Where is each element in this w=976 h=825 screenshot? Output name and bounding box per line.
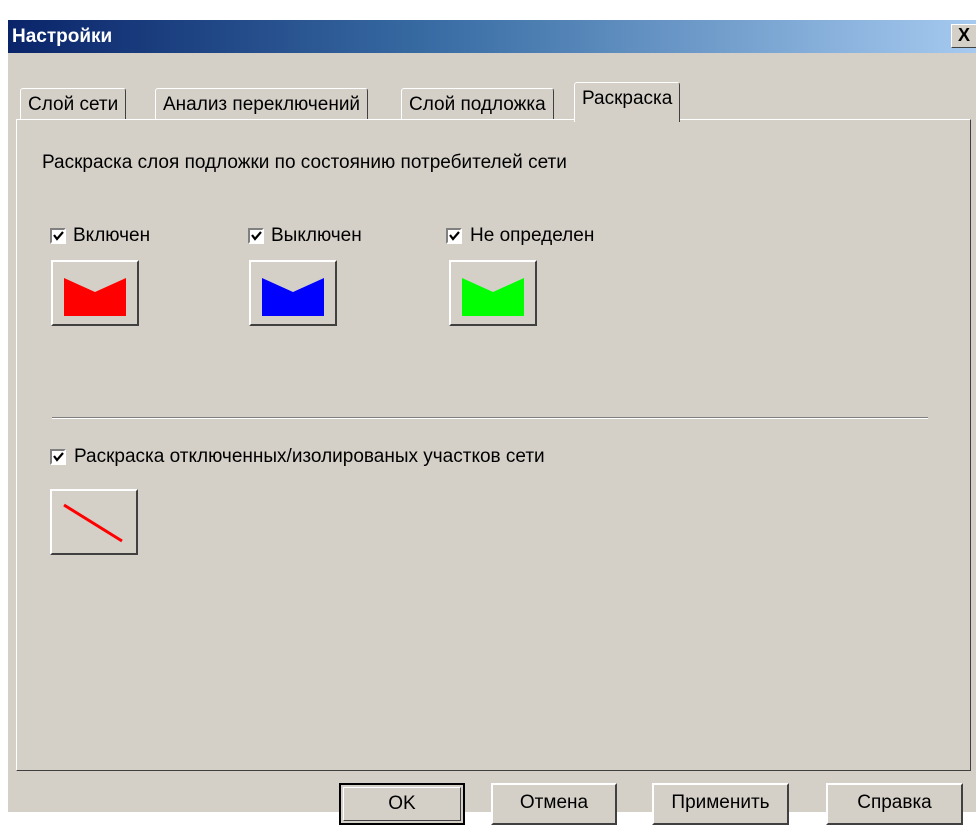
tab-coloring[interactable]: Раскраска xyxy=(574,82,681,122)
apply-label: Применить xyxy=(671,792,770,813)
fill-swatch-icon xyxy=(262,278,324,316)
tab-label: Раскраска xyxy=(582,88,673,109)
fill-swatch-icon xyxy=(462,278,524,316)
tab-label: Слой сети xyxy=(28,94,119,115)
line-color-button[interactable] xyxy=(50,489,138,555)
checkmark-icon xyxy=(251,231,262,241)
checkmark-icon xyxy=(53,452,64,462)
swatch-fill xyxy=(462,278,524,316)
settings-dialog: Настройки X Слой сети Анализ переключени… xyxy=(7,20,976,825)
checkbox-undefined-label: Не определен xyxy=(470,225,595,246)
ok-button[interactable]: OK xyxy=(339,783,465,825)
checkbox-on[interactable] xyxy=(50,228,66,244)
help-button[interactable]: Справка xyxy=(826,783,963,825)
checkbox-on-label: Включен xyxy=(73,225,151,246)
window-title: Настройки xyxy=(12,26,113,47)
tab-panel xyxy=(16,119,971,771)
close-button[interactable]: X xyxy=(951,24,976,48)
checkbox-off-label: Выключен xyxy=(271,225,362,246)
separator xyxy=(52,417,928,419)
tab-label: Слой подложка xyxy=(409,94,546,115)
line-style-icon xyxy=(63,503,123,543)
tab-network-layer[interactable]: Слой сети xyxy=(20,88,127,120)
checkmark-icon xyxy=(449,231,460,241)
color-button-on[interactable] xyxy=(51,260,139,326)
help-label: Справка xyxy=(857,792,932,813)
checkbox-undefined[interactable] xyxy=(446,228,462,244)
fill-swatch-icon xyxy=(64,278,126,316)
checkbox-off[interactable] xyxy=(248,228,264,244)
close-icon: X xyxy=(957,25,970,45)
color-button-undefined[interactable] xyxy=(449,260,537,326)
checkbox-isolated[interactable] xyxy=(50,449,66,465)
ok-label: OK xyxy=(343,787,461,821)
cancel-label: Отмена xyxy=(519,792,589,813)
title-bar[interactable]: Настройки X xyxy=(8,20,976,53)
swatch-fill xyxy=(64,278,126,316)
checkmark-icon xyxy=(53,231,64,241)
tab-underlay-layer[interactable]: Слой подложка xyxy=(401,88,554,120)
apply-button[interactable]: Применить xyxy=(652,783,789,825)
section-label: Раскраска слоя подложки по состоянию пот… xyxy=(42,152,567,173)
tab-label: Анализ переключений xyxy=(163,94,361,115)
checkbox-isolated-label: Раскраска отключенных/изолированых участ… xyxy=(74,446,545,467)
tab-switching-analysis[interactable]: Анализ переключений xyxy=(155,88,369,120)
color-button-off[interactable] xyxy=(249,260,337,326)
line-sample xyxy=(63,503,123,543)
swatch-fill xyxy=(262,278,324,316)
cancel-button[interactable]: Отмена xyxy=(491,783,617,825)
